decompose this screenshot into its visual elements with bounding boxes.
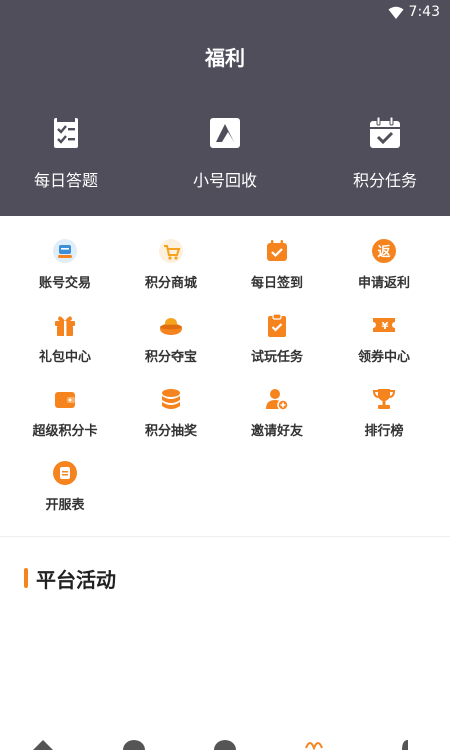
grid-item-treasure[interactable]: 积分夺宝 — [115, 312, 227, 365]
grid-item-points-mall[interactable]: 积分商城 — [115, 238, 227, 291]
lottery-icon — [162, 389, 180, 409]
svg-text:返: 返 — [377, 245, 390, 260]
invite-friend-icon — [266, 389, 289, 411]
grid-item-daily-checkin[interactable]: 每日签到 — [221, 238, 333, 291]
grid-item-gift[interactable]: 礼包中心 — [9, 312, 121, 365]
welfare-tab-icon[interactable] — [302, 738, 326, 750]
account-recycle-icon — [210, 118, 240, 148]
server-schedule-icon — [53, 461, 77, 485]
wifi-icon — [388, 6, 404, 19]
grid-item-label: 领券中心 — [357, 350, 410, 365]
points-mall-icon — [159, 239, 183, 263]
status-time: 7:43 — [408, 4, 440, 20]
home-tab-icon[interactable] — [31, 738, 55, 750]
status-bar: 7:43 — [0, 0, 450, 26]
grid-item-label: 超级积分卡 — [32, 424, 98, 439]
feature-label: 积分任务 — [352, 171, 417, 190]
coupon-icon: ¥ — [373, 318, 395, 332]
grid-item-label: 每日签到 — [250, 276, 303, 291]
gift-icon — [55, 316, 75, 336]
trial-task-icon — [268, 313, 286, 337]
feature-points-task[interactable]: 积分任务 — [310, 116, 450, 191]
section-accent-bar — [24, 568, 28, 588]
grid-item-label: 申请返利 — [357, 276, 410, 291]
grid-item-server-schedule[interactable]: 开服表 — [9, 460, 121, 513]
feature-daily-quiz[interactable]: 每日答题 — [0, 116, 141, 191]
daily-checkin-icon — [267, 240, 287, 261]
trophy-icon — [372, 389, 396, 409]
grid-item-ranking[interactable]: 排行榜 — [328, 386, 440, 439]
grid-item-label: 排行榜 — [364, 424, 404, 439]
account-trade-icon — [53, 239, 77, 263]
grid-item-label: 邀请好友 — [250, 424, 303, 439]
game-tab-icon[interactable] — [122, 738, 146, 750]
grid-item-lottery[interactable]: 积分抽奖 — [115, 386, 227, 439]
daily-quiz-icon — [54, 118, 78, 148]
grid-item-label: 积分商城 — [144, 276, 197, 291]
grid-item-super-points-card[interactable]: 超级积分卡 — [9, 386, 121, 439]
feature-label: 小号回收 — [192, 171, 257, 190]
section-title: 平台活动 — [36, 567, 116, 592]
grid-item-label: 账号交易 — [38, 276, 91, 291]
grid-item-label: 积分抽奖 — [144, 424, 197, 439]
rebate-icon: 返 — [372, 239, 396, 263]
grid-item-label: 礼包中心 — [38, 350, 91, 365]
feature-label: 每日答题 — [33, 171, 98, 190]
grid-item-coupon[interactable]: ¥ 领券中心 — [328, 312, 440, 365]
grid-item-account-trade[interactable]: 账号交易 — [9, 238, 121, 291]
section-header-platform-activities: 平台活动 — [24, 565, 116, 592]
grid-item-rebate[interactable]: 返 申请返利 — [328, 238, 440, 291]
page-title: 福利 — [205, 46, 245, 70]
grid-item-label: 开服表 — [45, 498, 85, 513]
bottom-tab-bar — [0, 736, 450, 750]
profile-tab-icon[interactable] — [392, 738, 416, 750]
wallet-card-icon — [55, 392, 75, 408]
grid-item-label: 试玩任务 — [250, 350, 303, 365]
grid-item-trial-task[interactable]: 试玩任务 — [221, 312, 333, 365]
section-divider — [0, 536, 450, 537]
feature-account-recycle[interactable]: 小号回收 — [150, 116, 300, 191]
points-task-icon — [370, 116, 400, 148]
grid-item-label: 积分夺宝 — [144, 350, 197, 365]
svg-text:¥: ¥ — [382, 321, 389, 332]
discover-tab-icon[interactable] — [213, 738, 237, 750]
header: 7:43 福利 每日答题 小号回收 积分任务 — [0, 0, 450, 216]
treasure-icon — [160, 318, 182, 335]
grid-item-invite-friend[interactable]: 邀请好友 — [221, 386, 333, 439]
